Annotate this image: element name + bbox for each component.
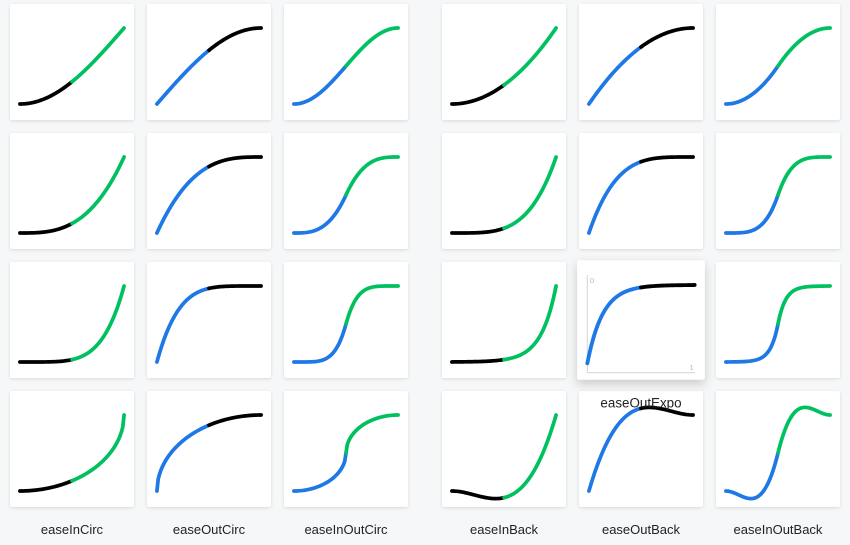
easing-card-easeInCubic[interactable]: easeInCubic [10,133,134,249]
easing-card-easeOutQuint[interactable]: easeOutQuint [147,262,271,378]
easing-card-easeInExpo[interactable]: easeInExpo [442,262,566,378]
easing-card-easeInQuad[interactable]: easeInQuad [442,4,566,120]
easing-card-easeOutCubic[interactable]: easeOutCubic [147,133,271,249]
easing-card-easeOutQuart[interactable]: easeOutQuart [579,133,703,249]
easing-curve-icon [579,4,703,128]
easing-card-easeOutQuad[interactable]: easeOutQuad [579,4,703,120]
easing-label: easeOutExpo [600,387,681,418]
easing-curve-icon [716,391,840,515]
easing-card-easeInOutQuint[interactable]: easeInOutQuint [284,262,408,378]
easing-curve-icon [147,133,271,257]
easing-curve-icon [147,262,271,386]
easing-card-easeInOutSine[interactable]: easeInOutSine [284,4,408,120]
easing-card-easeInOutQuart[interactable]: easeInOutQuart [716,133,840,249]
easing-curve-icon [716,4,840,128]
easing-curve-icon [716,133,840,257]
easing-card-easeInQuint[interactable]: easeInQuint [10,262,134,378]
easing-group-1: easeInSineeaseOutSineeaseInOutSine easeIn… [10,4,408,507]
easing-card-easeOutSine[interactable]: easeOutSine [147,4,271,120]
easing-curve-icon [442,133,566,257]
easing-curve-icon [716,262,840,386]
easing-curve-icon [284,4,408,128]
easing-card-easeInSine[interactable]: easeInSine [10,4,134,120]
easing-curve-icon [579,133,703,257]
easing-curve-icon [10,391,134,515]
easing-card-easeInCirc[interactable]: easeInCirc [10,391,134,507]
easing-curve-icon [442,262,566,386]
easing-curve-icon [442,391,566,515]
easing-card-easeInOutCubic[interactable]: easeInOutCubic [284,133,408,249]
easing-curve-icon [10,262,134,386]
easing-curve-icon [147,391,271,515]
easing-group-2: easeInQuadeaseOutQuadeaseInOutQuad easeIn… [442,4,840,507]
easing-card-easeInQuart[interactable]: easeInQuart [442,133,566,249]
easing-card-easeInOutExpo[interactable]: easeInOutExpo [716,262,840,378]
easing-curve-icon [10,133,134,257]
easing-label: easeInOutBack [734,515,823,545]
easing-card-easeOutCirc[interactable]: easeOutCirc [147,391,271,507]
easing-curve-icon [284,133,408,257]
svg-text:0: 0 [590,276,594,285]
easing-curve-icon [284,262,408,386]
easing-card-easeInBack[interactable]: easeInBack [442,391,566,507]
easing-label: easeInCirc [41,515,103,545]
easing-card-easeOutExpo[interactable]: 01easeOutExpo [577,260,705,379]
easing-label: easeInOutCirc [304,515,387,545]
easing-label: easeOutBack [602,515,680,545]
easing-curve-icon [147,4,271,128]
easing-curve-icon [442,4,566,128]
easing-label: easeInBack [470,515,538,545]
easing-curve-icon: 01 [577,260,705,388]
easing-card-easeInOutBack[interactable]: easeInOutBack [716,391,840,507]
easing-card-easeInOutCirc[interactable]: easeInOutCirc [284,391,408,507]
svg-text:1: 1 [690,363,694,372]
easing-card-easeInOutQuad[interactable]: easeInOutQuad [716,4,840,120]
easing-curve-icon [10,4,134,128]
easing-label: easeOutCirc [173,515,245,545]
easing-curve-icon [284,391,408,515]
